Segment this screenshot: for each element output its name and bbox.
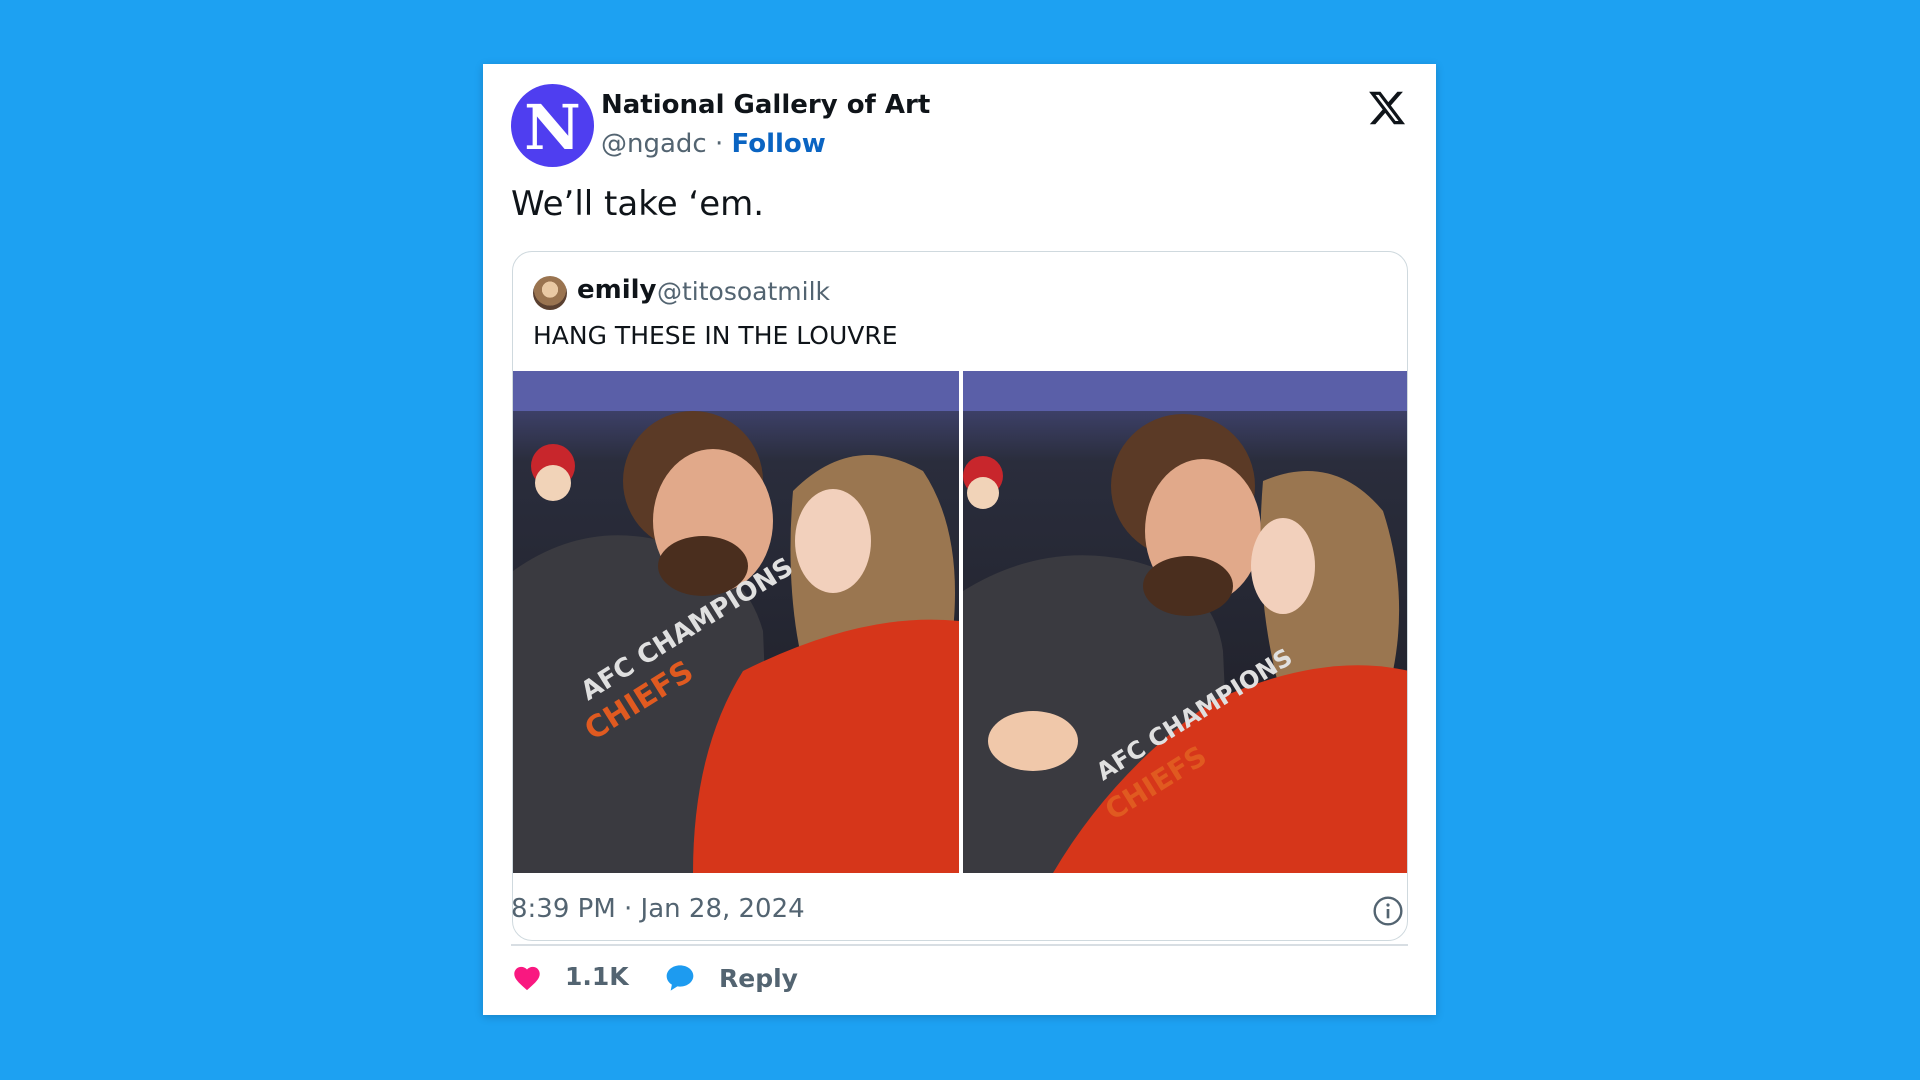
- author-handle-line: @ngadc · Follow: [601, 129, 826, 159]
- avatar-letter: N: [524, 90, 581, 164]
- author-display-name[interactable]: National Gallery of Art: [601, 90, 930, 120]
- tweet-card: N National Gallery of Art @ngadc · Follo…: [483, 64, 1436, 1015]
- quoted-author-avatar[interactable]: [533, 276, 567, 310]
- tweet-text: We’ll take ‘em.: [511, 184, 765, 224]
- quoted-tweet-text: HANG THESE IN THE LOUVRE: [533, 321, 898, 350]
- speech-bubble-icon: [666, 965, 694, 991]
- heart-icon: [514, 966, 540, 990]
- author-handle[interactable]: @ngadc: [601, 129, 707, 159]
- quoted-photo-1[interactable]: AFC CHAMPIONS CHIEFS: [513, 371, 959, 873]
- follow-link[interactable]: Follow: [732, 129, 826, 159]
- divider: [511, 944, 1408, 946]
- reply-button[interactable]: Reply: [663, 962, 798, 994]
- quoted-author-handle[interactable]: @titosoatmilk: [657, 277, 830, 306]
- author-avatar[interactable]: N: [511, 84, 594, 167]
- like-button[interactable]: 1.1K: [511, 962, 629, 991]
- reply-label: Reply: [719, 963, 798, 993]
- x-logo-icon[interactable]: [1367, 88, 1407, 128]
- quoted-photo-2[interactable]: AFC CHAMPIONS CHIEFS: [963, 371, 1407, 873]
- quoted-media-grid: AFC CHAMPIONS CHIEFS AFC CHAMPIONS CHIEF…: [513, 371, 1407, 873]
- info-icon[interactable]: [1372, 895, 1404, 927]
- tweet-timestamp[interactable]: 8:39 PM · Jan 28, 2024: [511, 894, 805, 924]
- quoted-tweet[interactable]: emily @titosoatmilk HANG THESE IN THE LO…: [512, 251, 1408, 941]
- like-count: 1.1K: [565, 962, 629, 991]
- quoted-author-name[interactable]: emily: [577, 275, 657, 305]
- handle-separator: ·: [714, 129, 724, 159]
